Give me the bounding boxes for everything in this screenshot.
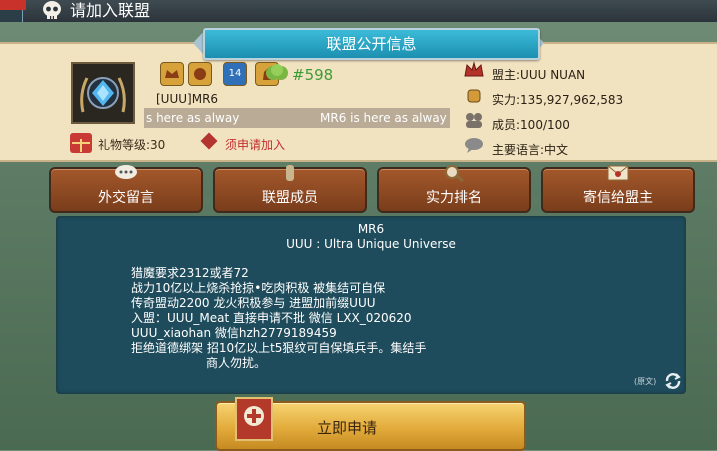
description-line: 拒绝道德绑架 招10亿以上t5狠纹可自保填兵手。集结手 (131, 341, 427, 355)
crown-icon (464, 61, 484, 77)
notification-corner (0, 0, 26, 10)
members-button[interactable]: 联盟成员 (213, 165, 367, 213)
alliance-power: 实力:135,927,962,583 (492, 93, 624, 107)
alliance-language: 主要语言:中文 (492, 143, 569, 157)
emblem-gem-icon (80, 77, 126, 113)
translate-icon[interactable] (662, 370, 684, 392)
fist-icon (467, 89, 481, 103)
original-text-tag: (原文) (634, 377, 657, 386)
ranking-button[interactable]: 实力排名 (377, 165, 531, 213)
rank-badge-crown-icon (160, 62, 184, 86)
page-title: 请加入联盟 (70, 1, 151, 20)
knight-icon (286, 165, 294, 181)
chat-icon (115, 165, 137, 179)
apply-now-button[interactable]: 立即申请 (215, 397, 526, 451)
alliance-emblem (71, 62, 135, 124)
back-button[interactable] (0, 10, 23, 22)
plus-badge (235, 397, 273, 441)
alliance-gift-icon (266, 64, 288, 80)
ranking-label: 实力排名 (426, 190, 482, 206)
mail-leader-button[interactable]: 寄信给盟主 (541, 165, 695, 213)
description-subtitle: UUU : Ultra Unique Universe (286, 237, 456, 251)
description-title: MR6 (357, 222, 385, 236)
skull-icon (43, 1, 61, 19)
title-bar: 请加入联盟 (0, 0, 717, 22)
application-required-note: 须申请加入 (225, 138, 286, 152)
diplomacy-label: 外交留言 (98, 190, 154, 206)
gift-level: 礼物等级:30 (98, 138, 166, 152)
description-line: 商人勿扰。 (206, 356, 267, 370)
speech-icon (465, 138, 483, 153)
gift-icon (70, 133, 92, 153)
alliance-leader[interactable]: 盟主:UUU NUAN (492, 66, 585, 83)
alliance-name: [UUU]MR6 (156, 92, 219, 106)
alliance-members: 成员:100/100 (492, 118, 570, 132)
rank-badge-level: 14 (223, 62, 247, 86)
members-label: 联盟成员 (262, 190, 318, 206)
apply-now-label: 立即申请 (317, 419, 378, 437)
diplomacy-button[interactable]: 外交留言 (49, 165, 203, 213)
plus-icon (244, 406, 264, 426)
scrolling-announcement: s here as alway MR6 is here as alway (144, 108, 450, 128)
members-icon (466, 113, 482, 128)
rank-badge-medal-icon (188, 62, 212, 86)
scroll-text-1: s here as alway (146, 111, 240, 125)
section-title: 联盟公开信息 (203, 28, 540, 60)
scroll-text-2: MR6 is here as alway (320, 111, 447, 125)
alliance-tag: #598 (292, 66, 334, 84)
mail-leader-label: 寄信给盟主 (583, 190, 653, 206)
alliance-description: MR6 UUU : Ultra Unique Universe 猎魔要求2312… (56, 216, 686, 394)
envelope-icon (607, 165, 629, 181)
magnifier-icon (445, 165, 464, 183)
